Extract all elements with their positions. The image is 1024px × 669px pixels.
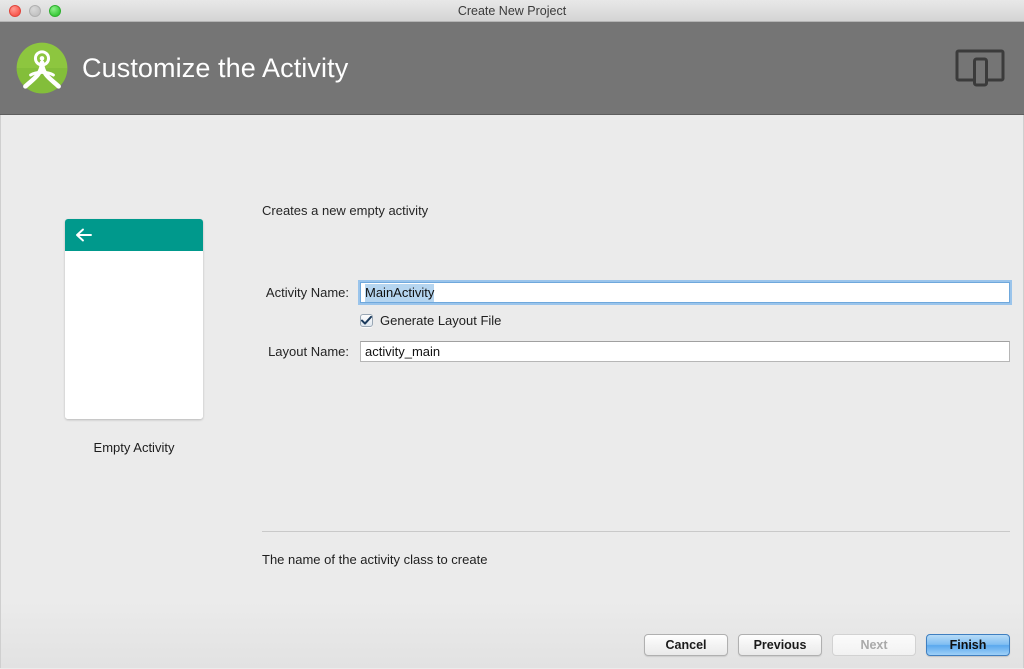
preview-appbar <box>65 219 203 251</box>
next-button: Next <box>832 634 916 656</box>
generate-layout-checkbox[interactable] <box>360 314 373 327</box>
template-description: Creates a new empty activity <box>262 203 429 218</box>
activity-name-label: Activity Name: <box>265 285 349 300</box>
dialog-footer: Cancel Previous Next Finish <box>644 634 1010 656</box>
generate-layout-row: Generate Layout File <box>262 313 1010 328</box>
back-arrow-icon <box>76 228 92 242</box>
finish-button[interactable]: Finish <box>926 634 1010 656</box>
content-separator <box>262 531 1010 532</box>
field-help-text: The name of the activity class to create <box>262 552 488 567</box>
window-titlebar: Create New Project <box>0 0 1024 22</box>
layout-name-row: Layout Name: activity_main <box>262 341 1010 362</box>
generate-layout-label: Generate Layout File <box>380 313 502 328</box>
activity-name-input[interactable]: MainActivity <box>360 282 1010 303</box>
close-window-button[interactable] <box>9 4 21 17</box>
preview-body <box>65 251 203 419</box>
create-new-project-dialog: Create New Project Customize the Activit… <box>0 0 1024 669</box>
layout-name-input[interactable]: activity_main <box>360 341 1010 362</box>
content-left-border <box>0 115 1 668</box>
checkmark-icon <box>361 316 372 325</box>
template-preview-caption: Empty Activity <box>93 440 175 455</box>
template-preview[interactable]: Empty Activity <box>65 219 203 455</box>
previous-button[interactable]: Previous <box>738 634 822 656</box>
device-preview-icon <box>955 49 1005 87</box>
wizard-content: Empty Activity Creates a new empty activ… <box>0 115 1024 668</box>
android-studio-logo-icon <box>16 42 68 94</box>
template-preview-card[interactable] <box>65 219 203 419</box>
generate-layout-checkbox-wrap[interactable]: Generate Layout File <box>360 313 501 328</box>
wizard-header-title: Customize the Activity <box>82 52 349 83</box>
layout-name-label: Layout Name: <box>268 344 349 359</box>
window-controls <box>0 4 61 17</box>
cancel-button[interactable]: Cancel <box>644 634 728 656</box>
window-title: Create New Project <box>457 3 567 18</box>
layout-name-value: activity_main <box>365 344 441 359</box>
activity-name-row: Activity Name: MainActivity <box>262 282 1010 303</box>
maximize-window-button[interactable] <box>49 4 61 17</box>
activity-name-value: MainActivity <box>365 283 435 302</box>
wizard-header: Customize the Activity <box>0 22 1024 115</box>
minimize-window-button[interactable] <box>29 4 41 17</box>
